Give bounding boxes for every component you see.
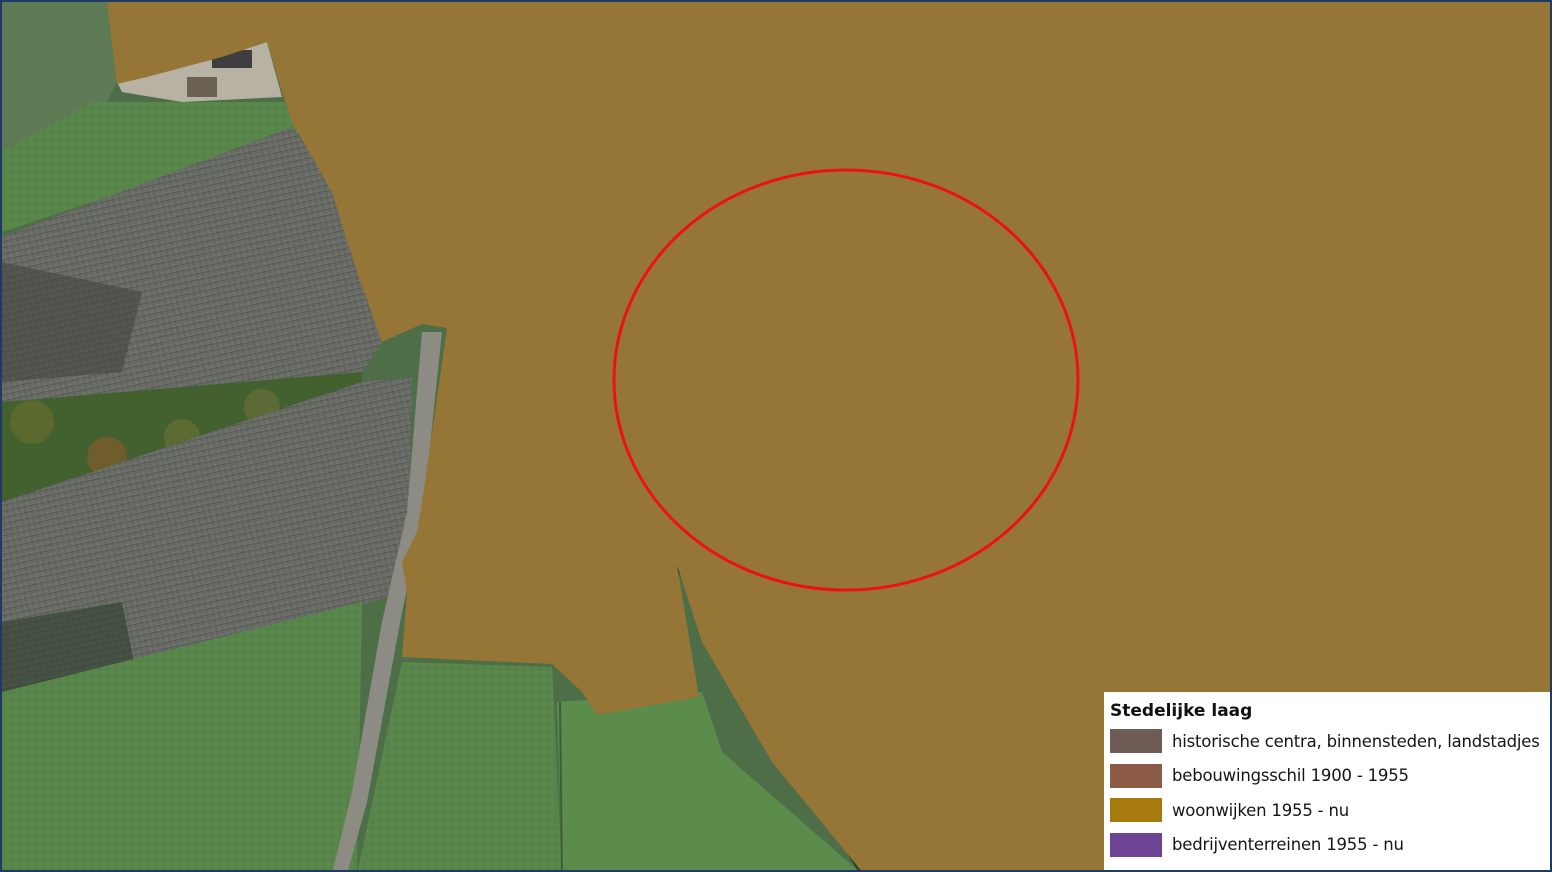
legend-label: woonwijken 1955 - nu [1172, 800, 1349, 820]
legend-swatch [1110, 763, 1162, 788]
legend-item: historische centra, binnensteden, landst… [1110, 724, 1550, 759]
legend-label: bedrijventerreinen 1955 - nu [1172, 835, 1404, 855]
legend-label: historische centra, binnensteden, landst… [1172, 731, 1540, 751]
legend-swatch [1110, 832, 1162, 857]
legend-label: bebouwingsschil 1900 - 1955 [1172, 766, 1409, 786]
legend-title: Stedelijke laag [1110, 701, 1253, 721]
map-frame: Stedelijke laag historische centra, binn… [0, 0, 1552, 872]
legend-item: bebouwingsschil 1900 - 1955 [1110, 759, 1550, 794]
legend-swatch [1110, 798, 1162, 823]
legend-item: bedrijventerreinen 1955 - nu [1110, 828, 1550, 863]
legend-item: woonwijken 1955 - nu [1110, 793, 1550, 828]
legend-swatch [1110, 729, 1162, 754]
map-legend: Stedelijke laag historische centra, binn… [1104, 692, 1550, 870]
